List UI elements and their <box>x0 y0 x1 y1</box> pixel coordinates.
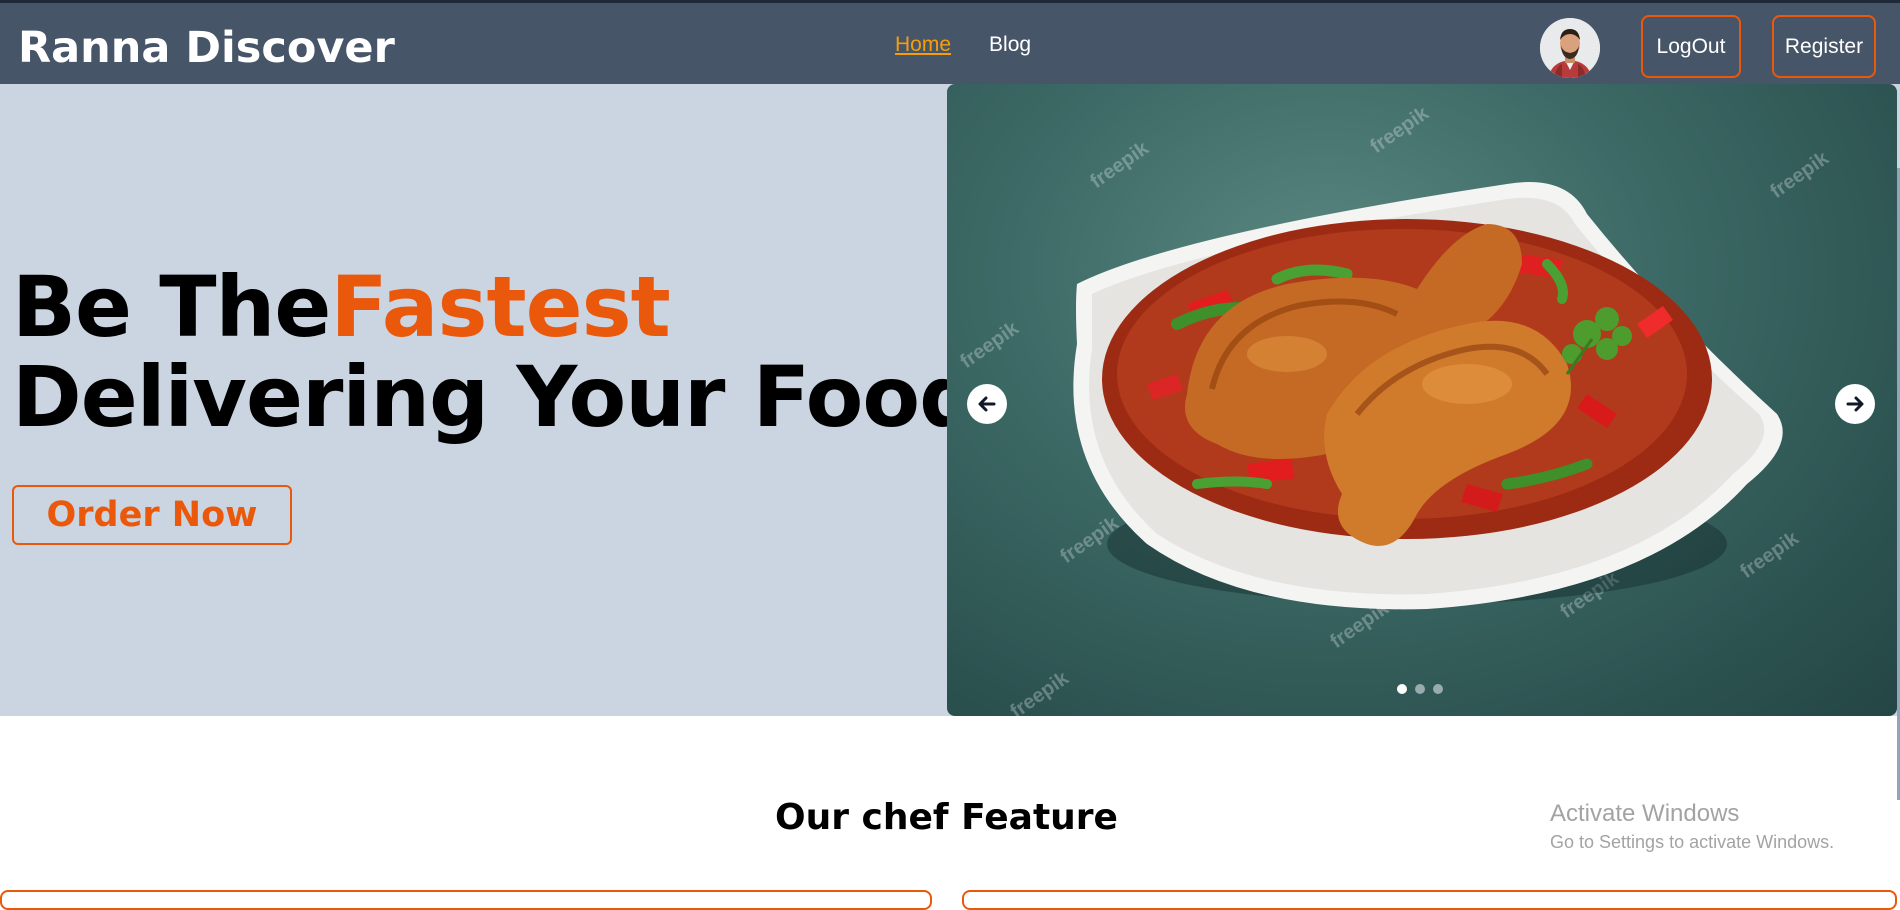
hero-title-prefix: Be The <box>12 258 331 356</box>
carousel-dot-3[interactable] <box>1433 684 1443 694</box>
carousel-dots <box>1397 684 1443 694</box>
carousel-dot-1[interactable] <box>1397 684 1407 694</box>
activate-windows-subtitle: Go to Settings to activate Windows. <box>1550 832 1835 852</box>
carousel-dot-2[interactable] <box>1415 684 1425 694</box>
hero-carousel[interactable]: freepik freepik freepik freepik freepik … <box>947 84 1897 716</box>
activate-windows-title: Activate Windows <box>1550 800 1740 827</box>
logout-button[interactable]: LogOut <box>1641 15 1741 78</box>
nav-link-blog[interactable]: Blog <box>989 33 1031 57</box>
user-avatar[interactable] <box>1540 18 1600 78</box>
arrow-left-icon <box>978 396 996 412</box>
hero-title: Be TheFastest Delivering Your Food <box>12 262 979 442</box>
activate-windows-watermark: Activate Windows Go to Settings to activ… <box>1550 800 1834 853</box>
register-button[interactable]: Register <box>1772 15 1876 78</box>
user-avatar-icon <box>1540 18 1600 78</box>
chef-card[interactable] <box>962 890 1897 910</box>
chef-card[interactable] <box>0 890 932 910</box>
brand-logo-text[interactable]: Ranna Discover <box>18 21 395 75</box>
nav-links: Home Blog <box>895 33 1031 57</box>
nav-link-home[interactable]: Home <box>895 33 951 57</box>
carousel-next-button[interactable] <box>1835 384 1875 424</box>
hero-title-accent: Fastest <box>330 258 670 356</box>
order-now-button[interactable]: Order Now <box>12 485 292 545</box>
chicken-curry-image <box>1073 182 1783 610</box>
hero-title-line2: Delivering Your Food <box>12 348 979 446</box>
top-navbar: Ranna Discover Home Blog LogOut Register <box>0 0 1900 84</box>
hero-section: Be TheFastest Delivering Your Food Order… <box>0 84 1900 800</box>
arrow-right-icon <box>1846 396 1864 412</box>
carousel-prev-button[interactable] <box>967 384 1007 424</box>
